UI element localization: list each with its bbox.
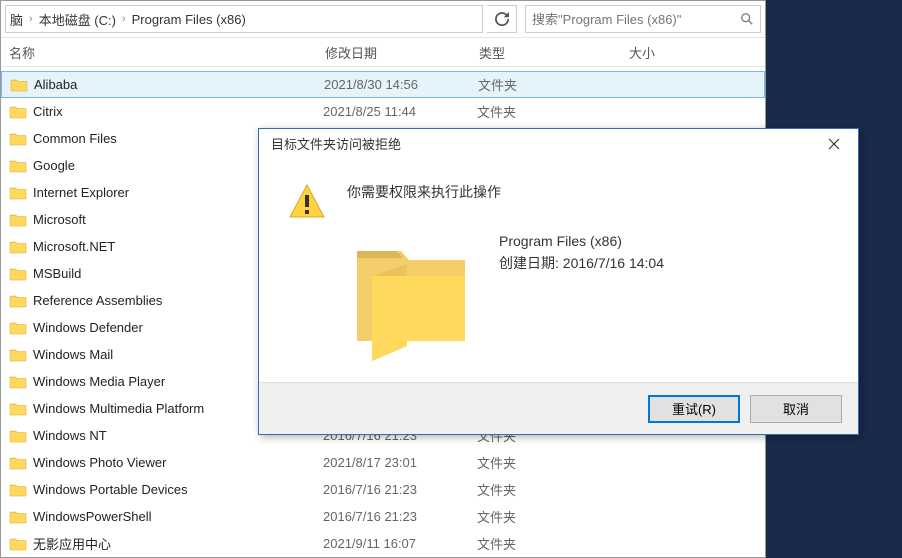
folder-icon <box>9 401 27 417</box>
file-name: 无影应用中心 <box>33 534 323 553</box>
folder-name: Program Files (x86) <box>499 230 664 252</box>
access-denied-dialog: 目标文件夹访问被拒绝 你需要权限来执行此操作 Prog <box>258 128 859 435</box>
folder-icon <box>9 536 27 552</box>
close-icon <box>828 138 840 150</box>
breadcrumb-seg[interactable]: 本地磁盘 (C:) <box>37 10 118 29</box>
folder-icon <box>9 266 27 282</box>
folder-icon <box>9 239 27 255</box>
folder-icon <box>9 455 27 471</box>
table-row[interactable]: Windows Portable Devices2016/7/16 21:23文… <box>1 476 765 503</box>
file-name: Alibaba <box>34 77 324 92</box>
file-date: 2016/7/16 21:23 <box>323 509 477 524</box>
table-row[interactable]: Alibaba2021/8/30 14:56文件夹 <box>1 71 765 98</box>
table-row[interactable]: 无影应用中心2021/9/11 16:07文件夹 <box>1 530 765 557</box>
file-date: 2016/7/16 21:23 <box>323 482 477 497</box>
search-icon <box>740 12 754 26</box>
file-name: Citrix <box>33 104 323 119</box>
file-name: Windows Portable Devices <box>33 482 323 497</box>
search-input[interactable] <box>532 12 740 27</box>
chevron-right-icon[interactable]: › <box>25 13 37 25</box>
folder-icon <box>9 104 27 120</box>
folder-icon <box>9 428 27 444</box>
file-name: Windows Photo Viewer <box>33 455 323 470</box>
folder-icon <box>9 131 27 147</box>
folder-icon <box>9 509 27 525</box>
column-header-name[interactable]: 名称 <box>9 43 325 62</box>
folder-icon <box>9 158 27 174</box>
retry-button[interactable]: 重试(R) <box>648 395 740 423</box>
dialog-message: 你需要权限来执行此操作 <box>347 182 830 202</box>
file-date: 2021/9/11 16:07 <box>323 536 477 551</box>
breadcrumb-seg[interactable]: Program Files (x86) <box>130 12 248 27</box>
folder-icon <box>9 185 27 201</box>
folder-icon <box>9 374 27 390</box>
file-date: 2021/8/30 14:56 <box>324 77 478 92</box>
table-row[interactable]: Citrix2021/8/25 11:44文件夹 <box>1 98 765 125</box>
close-button[interactable] <box>818 131 850 157</box>
breadcrumb-address[interactable]: 脑 › 本地磁盘 (C:) › Program Files (x86) <box>5 5 483 33</box>
refresh-icon <box>495 12 509 26</box>
cancel-button[interactable]: 取消 <box>750 395 842 423</box>
file-type: 文件夹 <box>477 480 627 499</box>
file-date: 2021/8/25 11:44 <box>323 104 477 119</box>
column-header-date[interactable]: 修改日期 <box>325 43 479 62</box>
file-type: 文件夹 <box>477 507 627 526</box>
table-row[interactable]: Windows Photo Viewer2021/8/17 23:01文件夹 <box>1 449 765 476</box>
refresh-button[interactable] <box>487 5 517 33</box>
folder-icon <box>9 212 27 228</box>
table-row[interactable]: WindowsPowerShell2016/7/16 21:23文件夹 <box>1 503 765 530</box>
folder-icon <box>10 77 28 93</box>
warning-icon <box>287 182 327 222</box>
chevron-right-icon[interactable]: › <box>118 13 130 25</box>
dialog-titlebar[interactable]: 目标文件夹访问被拒绝 <box>259 129 858 158</box>
breadcrumb-bar: 脑 › 本地磁盘 (C:) › Program Files (x86) <box>1 1 765 37</box>
folder-icon <box>9 347 27 363</box>
breadcrumb-seg[interactable]: 脑 <box>8 10 25 29</box>
folder-icon <box>9 482 27 498</box>
dialog-title: 目标文件夹访问被拒绝 <box>271 134 818 153</box>
folder-icon <box>9 293 27 309</box>
search-box[interactable] <box>525 5 761 33</box>
folder-created-date: 创建日期: 2016/7/16 14:04 <box>499 252 664 274</box>
file-type: 文件夹 <box>478 75 628 94</box>
folder-icon <box>347 226 475 366</box>
file-type: 文件夹 <box>477 102 627 121</box>
file-type: 文件夹 <box>477 453 627 472</box>
file-type: 文件夹 <box>477 534 627 553</box>
file-date: 2021/8/17 23:01 <box>323 455 477 470</box>
folder-icon <box>9 320 27 336</box>
column-header-size[interactable]: 大小 <box>629 43 729 62</box>
column-header-type[interactable]: 类型 <box>479 43 629 62</box>
column-headers: 名称 修改日期 类型 大小 <box>1 37 765 67</box>
file-name: WindowsPowerShell <box>33 509 323 524</box>
folder-info: Program Files (x86) 创建日期: 2016/7/16 14:0… <box>499 226 664 274</box>
